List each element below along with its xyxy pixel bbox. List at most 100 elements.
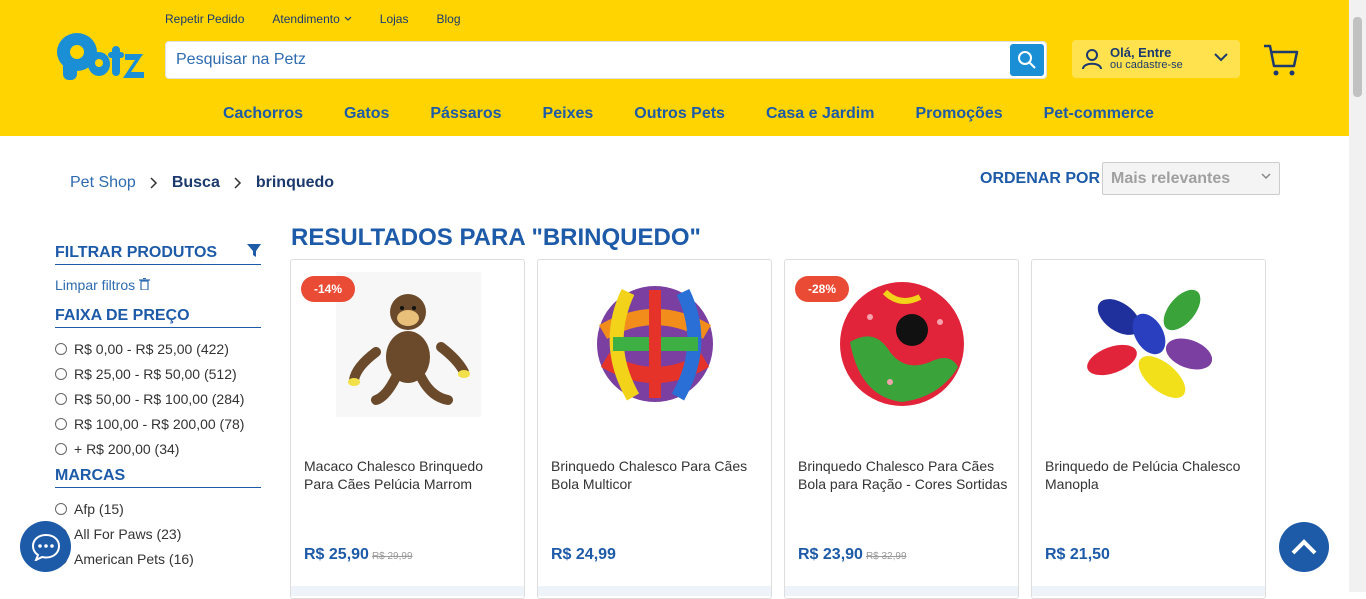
breadcrumb-current: brinquedo	[255, 174, 335, 191]
breadcrumb-section[interactable]: Busca	[172, 174, 220, 192]
product-name[interactable]: Brinquedo Chalesco Para Cães Bola Multic…	[551, 457, 761, 493]
current-price: R$ 21,50	[1045, 546, 1110, 563]
radio-button[interactable]	[55, 502, 67, 515]
old-price: R$ 29,99	[371, 551, 413, 562]
product-image-knot-ball[interactable]	[583, 272, 728, 417]
product-name[interactable]: Brinquedo Chalesco Para Cães Bola para R…	[798, 457, 1008, 493]
category-pet-commerce[interactable]: Pet-commerce	[1044, 105, 1154, 123]
price-option[interactable]: R$ 50,00 - R$ 100,00 (284)	[55, 386, 261, 411]
product-card[interactable]: -28% Brinquedo Chalesco Para Cães Bola p…	[784, 259, 1019, 599]
clear-filters-label: Limpar filtros	[55, 277, 136, 293]
category-gatos[interactable]: Gatos	[344, 105, 389, 123]
breadcrumb-home[interactable]: Pet Shop	[70, 174, 136, 192]
site-header: Repetir Pedido Atendimento Lojas Blog Ol…	[0, 0, 1349, 136]
brand-option-label: Afp (15)	[74, 500, 124, 517]
chevron-down-icon	[1261, 173, 1271, 180]
chevron-right-icon	[234, 177, 241, 189]
sort-selected-value: Mais relevantes	[1111, 170, 1231, 187]
radio-button[interactable]	[55, 367, 67, 380]
category-promocoes[interactable]: Promoções	[915, 105, 1002, 123]
chevron-right-icon	[150, 177, 157, 189]
price-filter-title: FAIXA DE PREÇO	[55, 307, 261, 328]
product-price: R$ 25,90 R$ 29,99	[304, 546, 413, 564]
product-name[interactable]: Brinquedo de Pelúcia Chalesco Manopla	[1045, 457, 1255, 493]
discount-badge: -28%	[795, 276, 850, 302]
trash-icon	[139, 277, 151, 291]
price-option-label: R$ 25,00 - R$ 50,00 (512)	[74, 365, 237, 382]
brand-option[interactable]: American Pets (16)	[55, 546, 261, 571]
top-link-repetir-pedido[interactable]: Repetir Pedido	[165, 12, 244, 26]
filter-icon[interactable]	[247, 244, 261, 258]
search-input[interactable]	[166, 42, 1046, 78]
brand-option-label: American Pets (16)	[74, 550, 194, 567]
chevron-down-icon	[1214, 53, 1228, 62]
back-to-top-button[interactable]	[1279, 522, 1329, 572]
product-price: R$ 24,99	[551, 546, 616, 564]
current-price: R$ 24,99	[551, 546, 616, 563]
cart-icon[interactable]	[1263, 44, 1299, 78]
brand-option[interactable]: Afp (15)	[55, 496, 261, 521]
category-casa-jardim[interactable]: Casa e Jardim	[766, 105, 875, 123]
price-option-label: + R$ 200,00 (34)	[74, 440, 180, 457]
product-price: R$ 21,50	[1045, 546, 1110, 564]
top-links: Repetir Pedido Atendimento Lojas Blog	[165, 12, 489, 26]
filter-title: FILTRAR PRODUTOS	[55, 244, 261, 265]
sort-label: ORDENAR POR	[980, 170, 1101, 187]
price-option[interactable]: R$ 0,00 - R$ 25,00 (422)	[55, 336, 261, 361]
brand-option-label: All For Paws (23)	[74, 525, 182, 542]
category-cachorros[interactable]: Cachorros	[223, 105, 303, 123]
card-footer	[785, 586, 1018, 596]
brands-filter-title: MARCAS	[55, 467, 261, 488]
brand-option[interactable]: All For Paws (23)	[55, 521, 261, 546]
radio-button[interactable]	[55, 342, 67, 355]
product-name[interactable]: Macaco Chalesco Brinquedo Para Cães Pelú…	[304, 457, 514, 493]
top-link-blog[interactable]: Blog	[436, 12, 460, 26]
product-image-treat-ball[interactable]	[830, 272, 975, 417]
radio-button[interactable]	[55, 417, 67, 430]
product-card[interactable]: Brinquedo de Pelúcia Chalesco Manopla R$…	[1031, 259, 1266, 599]
price-options: R$ 0,00 - R$ 25,00 (422) R$ 25,00 - R$ 5…	[55, 336, 261, 461]
price-option[interactable]: R$ 25,00 - R$ 50,00 (512)	[55, 361, 261, 386]
radio-button[interactable]	[55, 392, 67, 405]
chat-button[interactable]	[20, 521, 71, 572]
petz-logo[interactable]	[55, 30, 145, 82]
price-option[interactable]: R$ 100,00 - R$ 200,00 (78)	[55, 411, 261, 436]
top-link-lojas[interactable]: Lojas	[380, 12, 409, 26]
old-price: R$ 32,99	[865, 551, 907, 562]
account-greeting: Olá, Entre	[1110, 45, 1172, 60]
card-footer	[291, 586, 524, 596]
brand-options: Afp (15) All For Paws (23) American Pets…	[55, 496, 261, 571]
current-price: R$ 23,90	[798, 546, 863, 563]
search-icon	[1018, 51, 1036, 69]
scrollbar-thumb[interactable]	[1353, 17, 1362, 97]
clear-filters-link[interactable]: Limpar filtros	[55, 277, 261, 293]
chat-icon	[31, 533, 60, 561]
account-menu[interactable]: Olá, Entre ou cadastre-se	[1072, 40, 1240, 78]
account-signup: ou cadastre-se	[1110, 59, 1183, 71]
card-footer	[1032, 586, 1265, 596]
category-peixes[interactable]: Peixes	[543, 105, 594, 123]
product-price: R$ 23,90 R$ 32,99	[798, 546, 907, 564]
product-card[interactable]: Brinquedo Chalesco Para Cães Bola Multic…	[537, 259, 772, 599]
results-title: RESULTADOS PARA "BRINQUEDO"	[291, 224, 701, 251]
product-image-plush-star[interactable]	[1077, 272, 1222, 417]
price-option[interactable]: + R$ 200,00 (34)	[55, 436, 261, 461]
top-link-atendimento[interactable]: Atendimento	[272, 12, 352, 26]
current-price: R$ 25,90	[304, 546, 369, 563]
discount-badge: -14%	[301, 276, 356, 302]
page-scrollbar[interactable]	[1349, 0, 1366, 592]
search-bar	[165, 41, 1047, 79]
category-outros-pets[interactable]: Outros Pets	[634, 105, 725, 123]
product-image-monkey[interactable]	[336, 272, 481, 417]
search-button[interactable]	[1010, 44, 1044, 76]
filter-title-label: FILTRAR PRODUTOS	[55, 244, 218, 261]
chevron-down-icon	[344, 16, 352, 21]
top-link-atendimento-label: Atendimento	[272, 12, 340, 26]
price-option-label: R$ 50,00 - R$ 100,00 (284)	[74, 390, 245, 407]
breadcrumb: Pet Shop Busca brinquedo	[70, 174, 334, 192]
category-passaros[interactable]: Pássaros	[430, 105, 501, 123]
filter-sidebar: FILTRAR PRODUTOS Limpar filtros FAIXA DE…	[55, 244, 261, 571]
product-card[interactable]: -14% Macaco Chalesco Brinquedo Para Cães…	[290, 259, 525, 599]
sort-select[interactable]: Mais relevantes	[1102, 162, 1280, 195]
radio-button[interactable]	[55, 442, 67, 455]
